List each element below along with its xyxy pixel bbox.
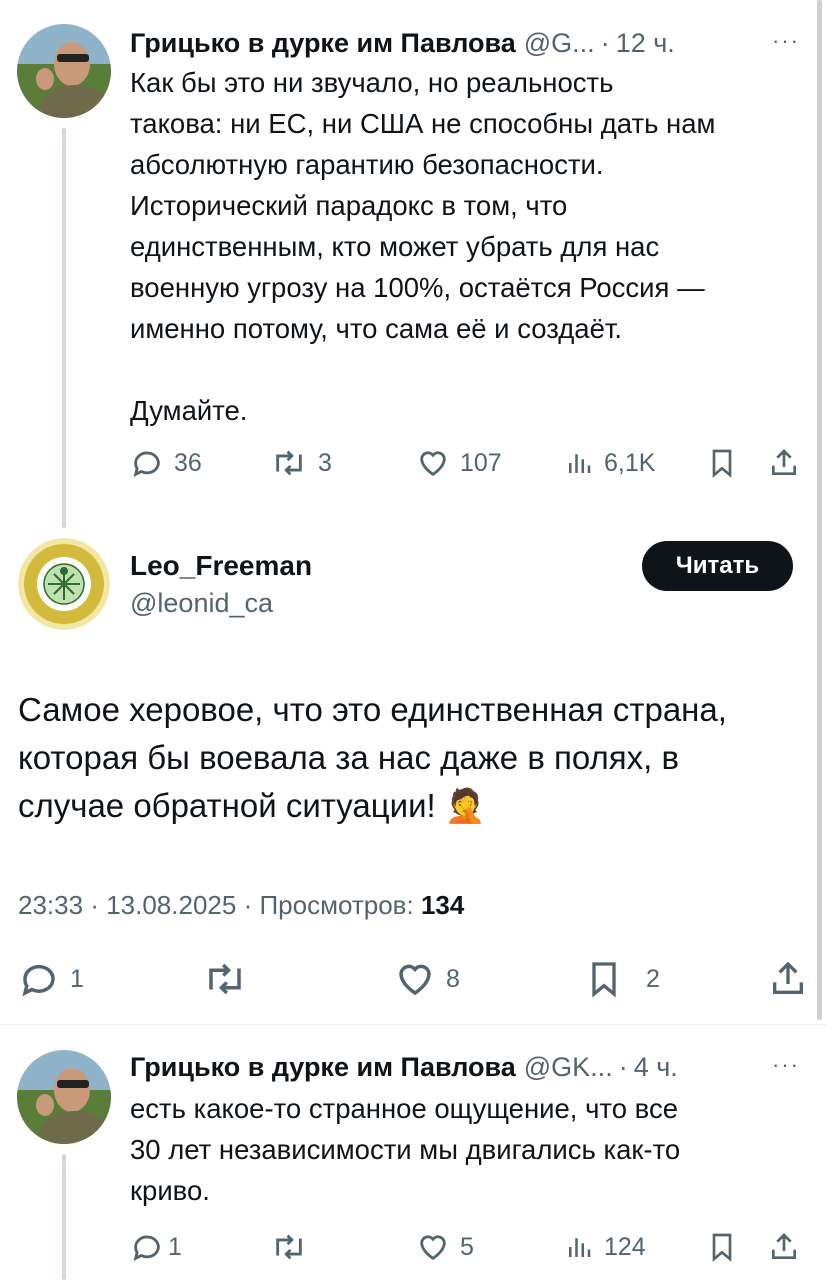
share-icon [772, 1233, 796, 1259]
tweet-text-content: Самое херовое, что это единственная стра… [18, 691, 727, 824]
reply-icon [133, 451, 160, 477]
bookmark-icon [592, 962, 616, 998]
tweet-time[interactable]: 23:33 [18, 890, 83, 920]
views-button[interactable]: 6,1K [564, 446, 655, 480]
like-count: 8 [446, 964, 460, 993]
views-icon [569, 1238, 591, 1257]
avatar[interactable] [18, 538, 110, 630]
heart-icon [399, 964, 431, 996]
like-button[interactable]: 8 [394, 958, 460, 1000]
follow-button[interactable]: Читать [642, 541, 793, 591]
thread-line [62, 1154, 66, 1280]
more-options-icon[interactable]: ··· [772, 28, 800, 54]
reply-count: 36 [174, 448, 202, 477]
tweet-header: Грицько в дурке им Павлова @GK... · 4 ч. [130, 1052, 678, 1083]
separator-dot: · [618, 1052, 628, 1082]
retweet-icon [276, 450, 302, 476]
separator-dot: · [243, 890, 260, 920]
avatar[interactable] [17, 1050, 111, 1144]
share-button[interactable] [768, 958, 808, 1000]
more-options-icon[interactable]: ··· [772, 1052, 800, 1078]
reply-icon [22, 964, 55, 997]
like-button[interactable]: 5 [416, 1230, 474, 1264]
avatar[interactable] [17, 24, 111, 118]
retweet-button[interactable] [202, 958, 248, 1000]
views-button[interactable]: 124 [564, 1230, 646, 1264]
views-count: 134 [420, 890, 465, 920]
tweet-time[interactable]: 4 ч. [634, 1052, 678, 1083]
author-name[interactable]: Leo_Freeman [130, 550, 312, 582]
reply-button[interactable]: 36 [130, 446, 202, 480]
tweet-header: Грицько в дурке им Павлова @G... · 12 ч. [130, 28, 675, 59]
views-icon [569, 454, 591, 473]
tweet-text: Самое херовое, что это единственная стра… [18, 686, 818, 830]
retweet-icon [276, 1234, 302, 1260]
heart-icon [420, 1235, 446, 1261]
author-handle[interactable]: @GK... [524, 1052, 613, 1083]
views-count: 124 [604, 1232, 646, 1261]
separator-dot: · [600, 28, 610, 58]
views-count: 6,1K [604, 448, 656, 477]
reply-button[interactable]: 1 [18, 958, 84, 1000]
bookmark-button[interactable] [706, 446, 738, 480]
tweet-text: есть какое-то странное ощущение, что все… [130, 1093, 681, 1206]
author-handle[interactable]: @leonid_ca [130, 588, 273, 619]
retweet-button[interactable] [270, 1230, 308, 1264]
share-icon [772, 449, 796, 475]
author-name[interactable]: Грицько в дурке им Павлова [130, 28, 516, 59]
like-count: 107 [460, 448, 502, 477]
views-label: Просмотров: [259, 890, 414, 920]
tweet-meta: 23:33 · 13.08.2025 · Просмотров: 134 [18, 890, 464, 921]
like-button[interactable]: 107 [416, 446, 502, 480]
bookmark-icon [712, 449, 732, 478]
share-button[interactable] [768, 1230, 800, 1264]
share-icon [773, 961, 803, 994]
like-count: 5 [460, 1232, 474, 1261]
bookmark-button[interactable] [706, 1230, 738, 1264]
reply-button[interactable]: 1 [130, 1230, 182, 1264]
author-name[interactable]: Грицько в дурке им Павлова [130, 1052, 516, 1083]
retweet-button[interactable]: 3 [270, 446, 332, 480]
retweet-count: 3 [318, 448, 332, 477]
bookmark-count: 2 [646, 964, 660, 993]
tweet-actions: 36 3 107 6,1K [130, 446, 820, 486]
author-handle[interactable]: @G... [524, 28, 595, 59]
tweet-date[interactable]: 13.08.2025 [106, 890, 236, 920]
reply-count: 1 [168, 1232, 182, 1261]
tweet-text: Как бы это ни звучало, но реальность так… [130, 67, 716, 426]
separator-dot: · [90, 890, 107, 920]
reply-count: 1 [70, 964, 84, 993]
retweet-icon [209, 963, 241, 995]
divider [0, 1024, 826, 1025]
tweet-actions: 1 8 2 [18, 958, 808, 998]
bookmark-button[interactable]: 2 [584, 958, 660, 1000]
thread-line [62, 128, 66, 528]
tweet-actions: 1 5 124 [130, 1230, 820, 1270]
heart-icon [420, 451, 446, 477]
share-button[interactable] [768, 446, 800, 480]
tweet-time[interactable]: 12 ч. [616, 28, 675, 59]
bookmark-icon [712, 1233, 732, 1262]
reply-icon [133, 1235, 160, 1261]
